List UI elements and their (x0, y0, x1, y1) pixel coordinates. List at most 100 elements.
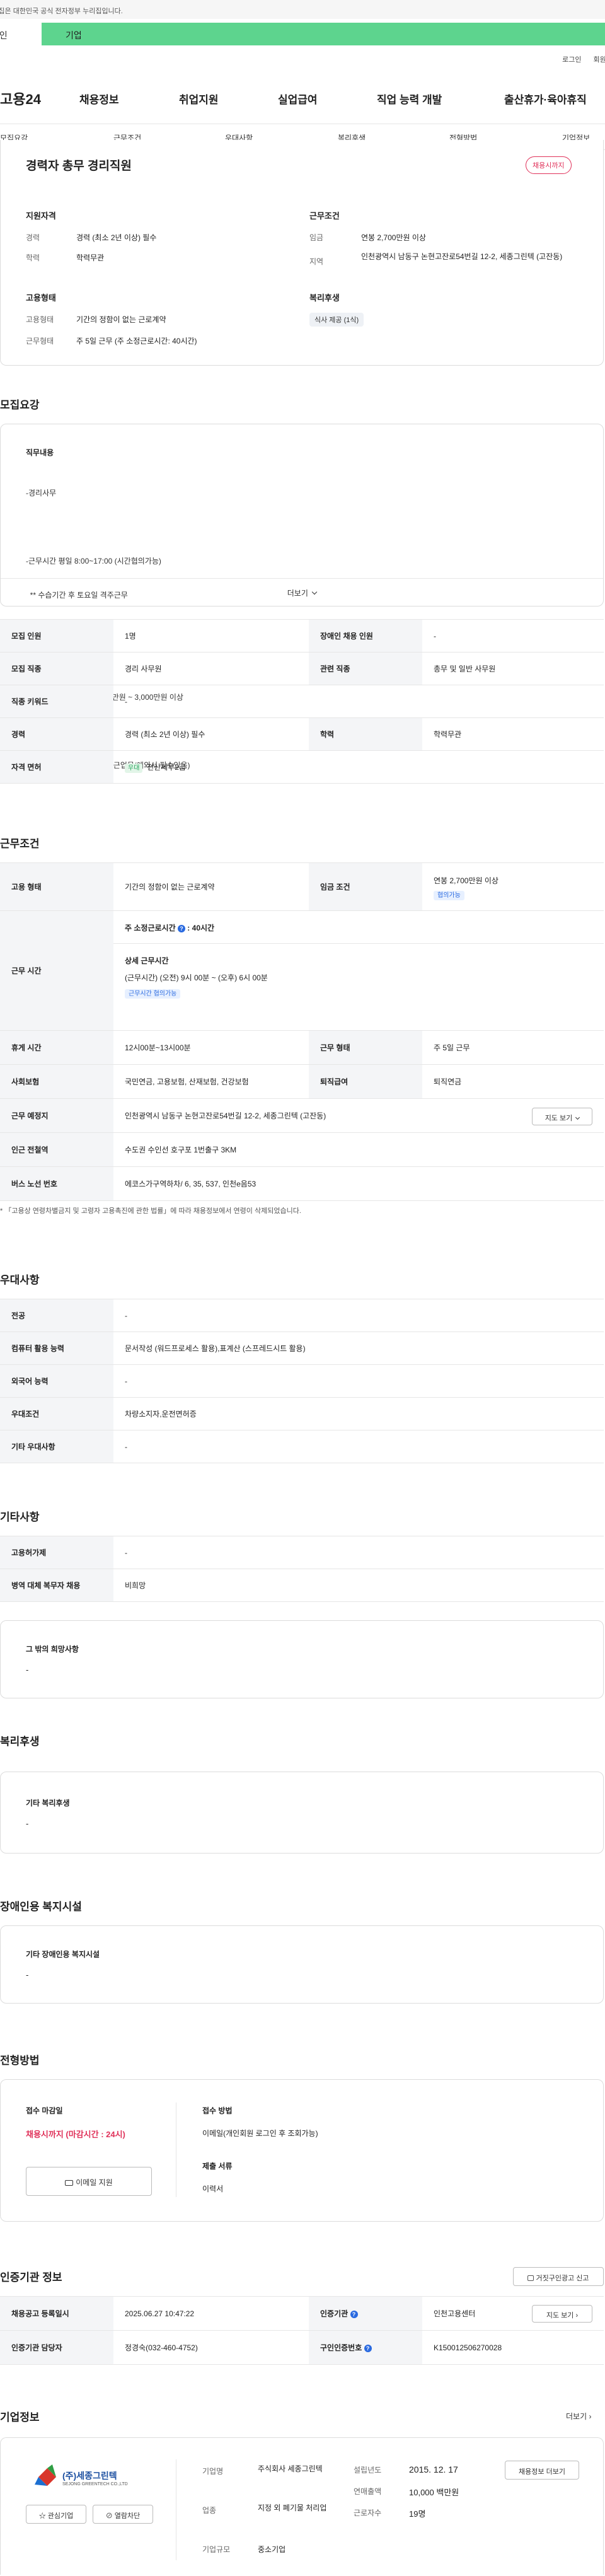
duty-more-button[interactable]: 더보기 (1, 578, 603, 606)
email-apply-button[interactable]: 이메일 지원 (26, 2167, 152, 2196)
row-value: 수도권 수인선 호구포 1번출구 3KM (113, 1132, 604, 1167)
founded-value: 2015. 12. 17 (409, 2464, 458, 2474)
row-value: 국민연금, 고용보험, 산재보험, 건강보험 (113, 1064, 309, 1099)
menu-parental-leave[interactable]: 출산휴가·육아휴직 (504, 91, 587, 107)
company-name-label: 기업명 (202, 2467, 224, 2476)
summary-card: 경력자 총무 경리직원 채용시까지 지원자격 경력 경력 (최소 2년 이상) … (0, 140, 604, 366)
duty-line: -경리사무 (26, 489, 57, 497)
row-value: 12시00분~13시00분 (113, 1030, 309, 1065)
row-value: 우대 전산세무2급 (113, 750, 604, 784)
menu-employment-support[interactable]: 취업지원 (179, 91, 219, 107)
row-label: 외국어 능력 (0, 1364, 113, 1398)
info-icon[interactable]: ? (364, 2345, 372, 2352)
row-value: - (113, 1364, 604, 1398)
table-row: 채용공고 등록일시 2025.06.27 10:47:22 인증기관 ? 인천고… (0, 2296, 604, 2331)
row-value: - (113, 685, 604, 718)
chevron-down-icon (311, 589, 318, 595)
welfare-box-title: 기타 복리후생 (26, 1799, 70, 1807)
table-row: 경력 경력 (최소 2년 이상) 필수 학력 학력무관 (0, 717, 604, 751)
edu-label: 학력 (26, 253, 40, 262)
cert-table: 채용공고 등록일시 2025.06.27 10:47:22 인증기관 ? 인천고… (0, 2296, 604, 2365)
row-value: 주 소정근로시간 ? : 40시간 상세 근무시간 (근무시간) (오전) 9시… (113, 910, 604, 1031)
table-row: 사회보험 국민연금, 고용보험, 산재보험, 건강보험 퇴직급여 퇴직연금 (0, 1064, 604, 1099)
block-icon: ⊘ (105, 2512, 113, 2520)
industry-label: 업종 (202, 2506, 217, 2515)
row-label: 채용공고 등록일시 (0, 2296, 113, 2331)
row-value: 정경숙(032-460-4752) (113, 2330, 309, 2365)
row-label: 인증기관 담당자 (0, 2330, 113, 2365)
table-row: 병역 대체 복무자 채용 비희망 (0, 1569, 604, 1602)
welfare-section-heading: 복리후생 (0, 1736, 40, 1748)
gov-notice-text: 이 누리집은 대한민국 공식 전자정부 누리집입니다. (0, 8, 123, 15)
row-value: 인천고용센터 지도 보기 › (422, 2296, 604, 2331)
row-label: 병역 대체 복무자 채용 (0, 1569, 113, 1602)
industry-value: 지정 외 폐기물 처리업 (258, 2503, 327, 2512)
info-icon[interactable]: ? (350, 2311, 358, 2318)
table-row: 휴게 시간 12시00분~13시00분 근무 형태 주 5일 근무 (0, 1030, 604, 1065)
row-value: 총무 및 일반 사무원 (422, 652, 604, 685)
global-nav: 고용24 채용정보 취업지원 실업급여 직업 능력 개발 출산휴가·육아휴직 (0, 74, 605, 117)
login-link[interactable]: 로그인 (562, 56, 581, 64)
table-row: 컴퓨터 활용 능력 문서작성 (워드프로세스 활용),표계산 (스프레드시트 활용… (0, 1332, 604, 1365)
row-value: 문서작성 (워드프로세스 활용),표계산 (스프레드시트 활용) (113, 1332, 604, 1365)
job-title: 경력자 총무 경리직원 (26, 160, 132, 173)
row-value: 2025.06.27 10:47:22 (113, 2296, 309, 2331)
wage-label: 임금 (309, 233, 324, 242)
company-more-link[interactable]: 더보기 › (566, 2411, 591, 2422)
recruit-heading: 모집요강 (0, 399, 40, 411)
selection-heading: 전형방법 (0, 2055, 40, 2067)
member-tab-row: 개인 기업 (0, 19, 605, 45)
report-fake-ad-button[interactable]: 거짓구인광고 신고 (513, 2267, 604, 2286)
welfare-box-value: - (26, 1819, 29, 1828)
menu-unemployment-benefit[interactable]: 실업급여 (278, 91, 318, 107)
row-label: 임금 조건 (309, 862, 422, 911)
table-row: 근무 예정지 인천광역시 남동구 논현고잔로54번길 12-2, 세종그린텍 (… (0, 1098, 604, 1133)
cert-map-button[interactable]: 지도 보기 › (532, 2305, 592, 2323)
work-section-heading: 근무조건 (0, 838, 40, 850)
deadline-value: 채용시까지 (마감시간 : 24시) (26, 2130, 125, 2139)
pref-table: 전공 - 컴퓨터 활용 능력 문서작성 (워드프로세스 활용),표계산 (스프레드시… (0, 1299, 604, 1463)
pref-heading: 우대사항 (0, 1274, 40, 1286)
work-table: 고용 형태 기간의 정함이 없는 근로계약 임금 조건 연봉 2,700만원 이… (0, 862, 604, 1201)
company-jobs-button[interactable]: 채용정보 더보기 (505, 2461, 579, 2480)
qual-heading: 지원자격 (26, 211, 56, 221)
row-label: 고용허가제 (0, 1536, 113, 1569)
duty-line: -근무시간 평일 8:00~17:00 (시간협의가능) (26, 557, 161, 566)
docs-value: 이력서 (202, 2184, 224, 2193)
site-logo[interactable]: 고용24 (0, 88, 41, 108)
duty-title: 직무내용 (26, 448, 54, 457)
company-logo: (주)세종그린텍 SEJONG GREENTECH CO.,LTD (27, 2461, 147, 2492)
founded-label: 설립년도 (354, 2466, 382, 2474)
etc-other-card: 그 밖의 희망사항 - (0, 1620, 604, 1698)
table-row: 근무 시간 주 소정근로시간 ? : 40시간 상세 근무시간 (근무시간) (… (0, 910, 604, 1031)
welfare-heading: 복리후생 (309, 293, 340, 303)
work-form-label: 근무형태 (26, 337, 54, 345)
disabled-box-value: - (26, 1970, 29, 1980)
menu-jobs[interactable]: 채용정보 (79, 91, 119, 107)
etc-other-value: - (26, 1665, 29, 1674)
interest-button[interactable]: ☆ 관심기업 (26, 2505, 86, 2524)
join-link[interactable]: 회원가입 (594, 56, 605, 64)
method-title: 접수 방법 (202, 2106, 233, 2115)
map-button[interactable]: 지도 보기 (532, 1108, 592, 1125)
block-button[interactable]: ⊘ 열람차단 (93, 2505, 153, 2524)
employ-type-value: 기간의 정함이 없는 근로계약 (76, 315, 166, 324)
table-row: 직종 키워드 - (0, 685, 604, 718)
company-card: (주)세종그린텍 SEJONG GREENTECH CO.,LTD ☆ 관심기업… (0, 2437, 604, 2575)
etc-other-title: 그 밖의 희망사항 (26, 1645, 79, 1654)
work-heading: 근무조건 (309, 211, 340, 221)
table-row: 모집 직종 경리 사무원 관련 직종 총무 및 일반 사무원 (0, 652, 604, 685)
info-icon: ? (177, 925, 185, 932)
table-row: 전공 - (0, 1299, 604, 1332)
company-logo-text: (주)세종그린텍 (62, 2471, 117, 2481)
company-name-value: 주식회사 세종그린텍 (258, 2464, 323, 2473)
row-label: 학력 (309, 717, 422, 751)
tab-person[interactable]: 개인 (0, 23, 42, 45)
row-value: 비희망 (113, 1569, 604, 1602)
selection-card: 접수 마감일 채용시까지 (마감시간 : 24시) 이메일 지원 접수 방법 이… (0, 2079, 604, 2222)
menu-skills-development[interactable]: 직업 능력 개발 (377, 91, 442, 107)
star-icon: ☆ (38, 2512, 46, 2520)
size-value: 중소기업 (258, 2545, 286, 2554)
tab-company[interactable]: 기업 (42, 23, 605, 45)
etc-heading: 기타사항 (0, 1511, 40, 1523)
